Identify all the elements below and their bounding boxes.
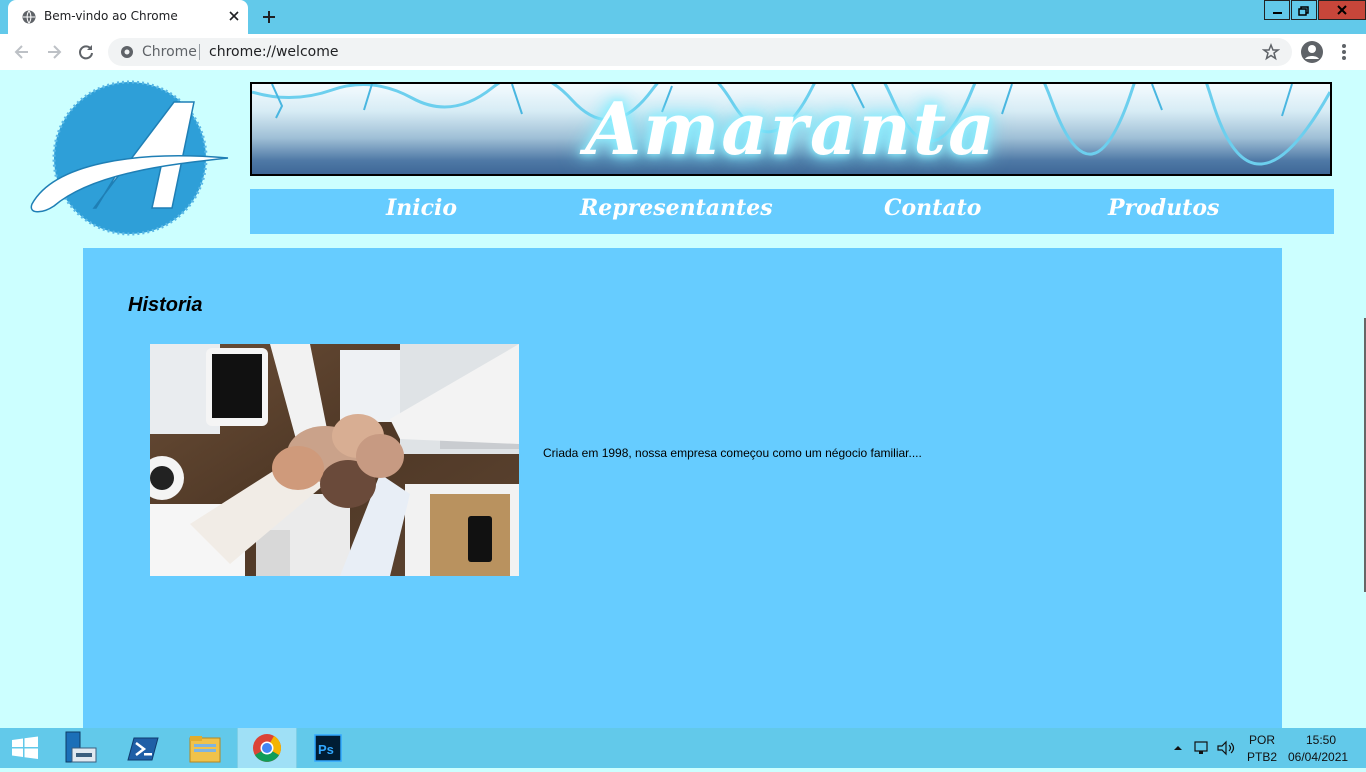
file-explorer-button[interactable]: [174, 728, 234, 768]
close-icon: [1337, 5, 1347, 15]
section-title: Historia: [128, 294, 203, 316]
powershell-button[interactable]: [114, 728, 174, 768]
minimize-button[interactable]: [1264, 0, 1290, 20]
restore-button[interactable]: [1291, 0, 1317, 20]
start-button[interactable]: [0, 728, 60, 768]
windows-start-icon: [12, 736, 38, 759]
powershell-icon: [127, 737, 159, 761]
reload-icon[interactable]: [76, 42, 96, 62]
back-arrow-icon[interactable]: [12, 42, 32, 62]
tab-title: Bem-vindo ao Chrome: [44, 9, 178, 23]
keyboard-layout-indicator[interactable]: PTB2: [1247, 750, 1277, 764]
server-manager-button[interactable]: [54, 728, 114, 768]
clock-time[interactable]: 15:50: [1306, 733, 1336, 747]
file-explorer-icon: [189, 736, 221, 763]
amaranta-logo: [30, 80, 229, 236]
kebab-menu-icon[interactable]: [1336, 42, 1352, 62]
profile-avatar-icon[interactable]: [1300, 40, 1324, 64]
restore-icon: [1298, 6, 1309, 16]
nav-link-inicio[interactable]: Inicio: [386, 195, 457, 221]
site-navbar: Inicio Representantes Contato Produtos: [250, 189, 1334, 234]
browser-titlebar: Bem-vindo ao Chrome: [0, 0, 1366, 34]
chrome-taskbar-button[interactable]: [237, 728, 297, 768]
photoshop-button[interactable]: Ps: [298, 728, 358, 768]
volume-icon[interactable]: [1216, 740, 1236, 756]
nav-link-contato[interactable]: Contato: [884, 195, 981, 221]
content-panel: Historia Criada em 1998, nossa empresa c…: [83, 248, 1282, 728]
url-text[interactable]: chrome://welcome: [209, 44, 338, 60]
forward-arrow-icon[interactable]: [44, 42, 64, 62]
browser-tab[interactable]: Bem-vindo ao Chrome: [8, 0, 248, 34]
close-window-button[interactable]: [1318, 0, 1366, 20]
tray-expand-icon[interactable]: [1172, 742, 1184, 754]
site-banner: Amaranta: [250, 82, 1332, 176]
server-manager-icon: [65, 731, 97, 763]
globe-icon: [22, 10, 36, 24]
banner-title: Amaranta: [585, 86, 997, 171]
bookmark-star-icon[interactable]: [1262, 43, 1280, 61]
taskbar: Ps POR PTB2 15:50 06/04/2021: [0, 728, 1366, 768]
language-indicator[interactable]: POR: [1249, 733, 1275, 747]
browser-toolbar: Chrome chrome://welcome: [0, 34, 1366, 70]
address-bar[interactable]: Chrome chrome://welcome: [108, 38, 1292, 66]
clock-date[interactable]: 06/04/2021: [1288, 750, 1348, 764]
address-divider: [199, 44, 200, 60]
teamwork-photo: [150, 344, 519, 576]
chrome-page-icon: [121, 46, 133, 58]
new-tab-icon[interactable]: [260, 8, 278, 26]
svg-text:Ps: Ps: [318, 742, 334, 757]
nav-link-representantes[interactable]: Representantes: [580, 195, 773, 221]
history-paragraph: Criada em 1998, nossa empresa começou co…: [543, 446, 922, 460]
address-chip: Chrome: [142, 44, 197, 60]
network-icon[interactable]: [1193, 740, 1211, 756]
minimize-icon: [1273, 12, 1282, 14]
chrome-icon: [253, 734, 281, 762]
photoshop-icon: Ps: [314, 734, 342, 762]
close-tab-icon[interactable]: [226, 8, 242, 24]
nav-link-produtos[interactable]: Produtos: [1108, 195, 1219, 221]
web-page: Amaranta Inicio Representantes Contato P…: [0, 70, 1366, 728]
